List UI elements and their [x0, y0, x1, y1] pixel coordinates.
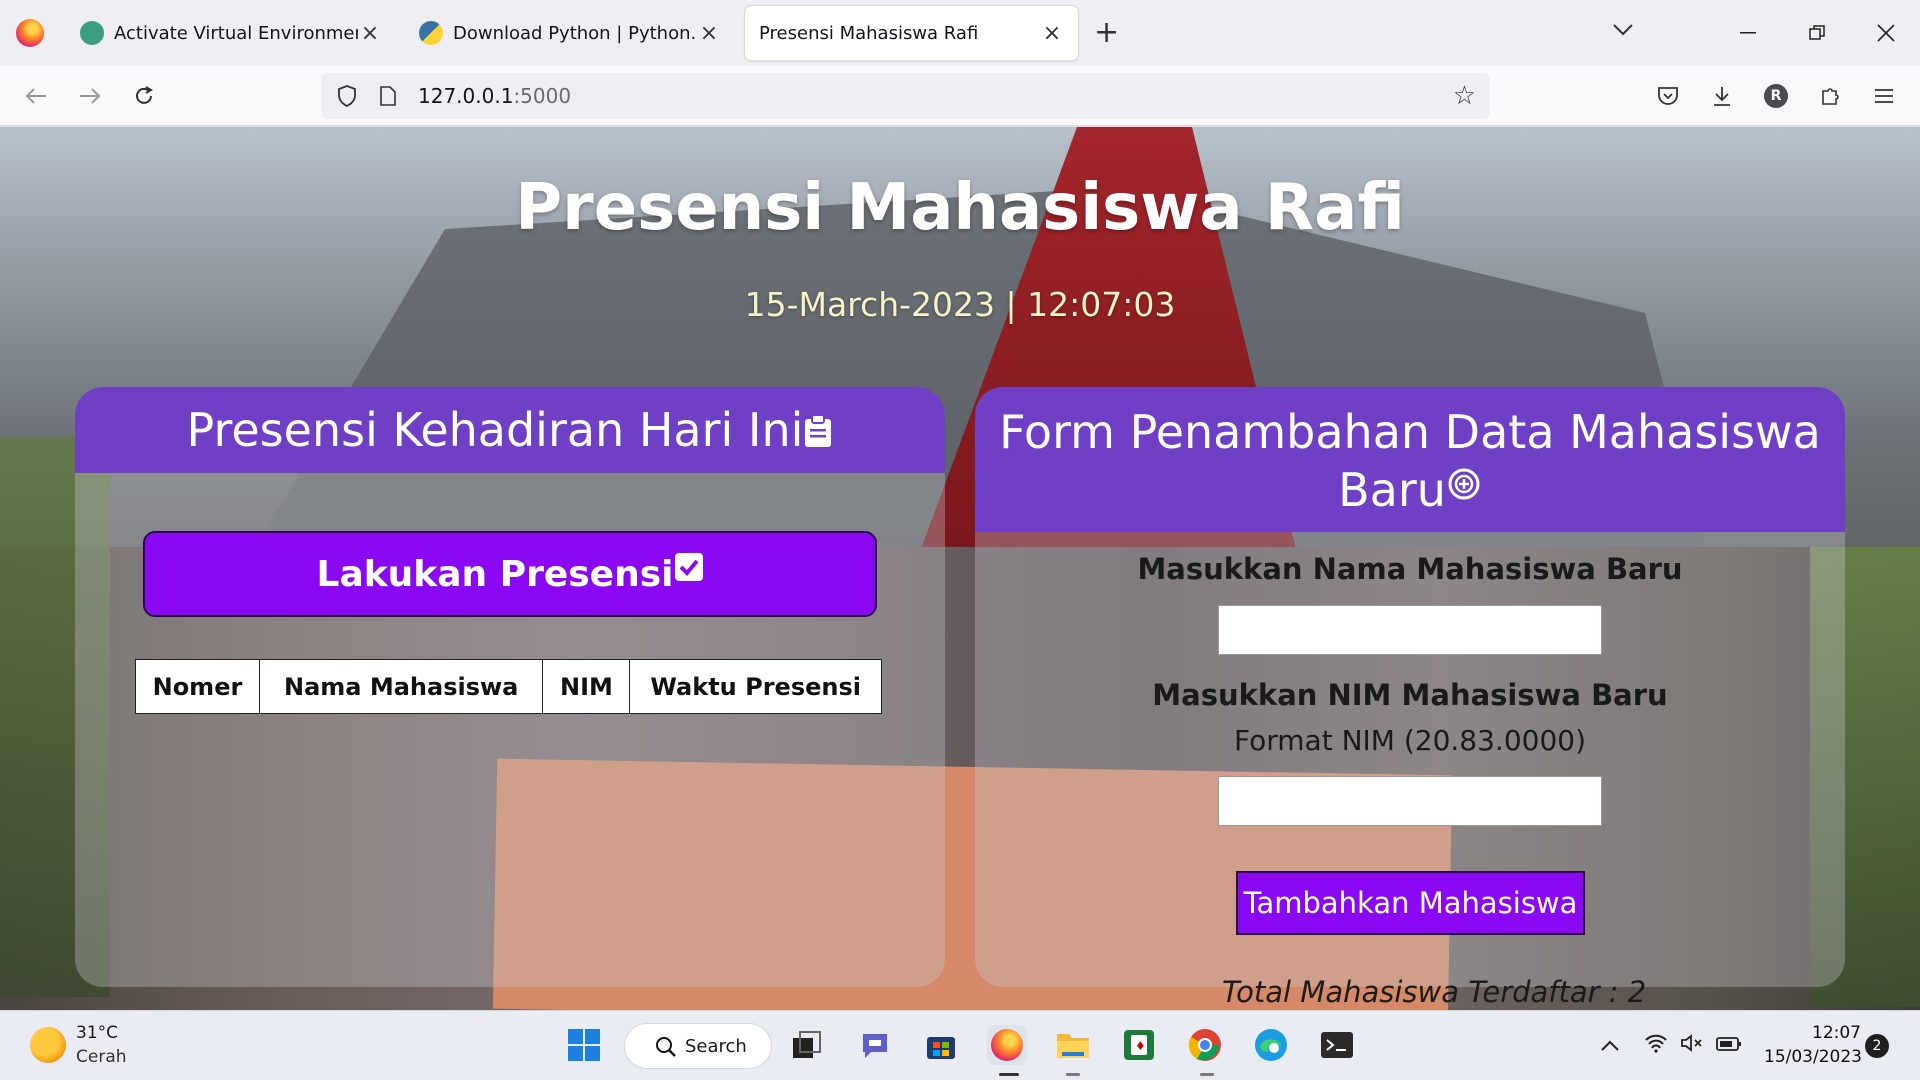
active-app-indicator	[999, 1073, 1019, 1076]
new-tab-icon[interactable]: +	[1094, 18, 1119, 48]
notification-badge[interactable]: 2	[1865, 1034, 1889, 1058]
address-bar[interactable]: 127.0.0.1:5000 ☆	[322, 73, 1490, 119]
table-header-row: Nomer Nama Mahasiswa NIM Waktu Presensi	[135, 659, 882, 714]
search-label: Search	[685, 1035, 747, 1057]
form-heading-line1: Form Penambahan Data Mahasiswa	[999, 405, 1821, 459]
python-icon	[419, 21, 443, 45]
svg-text:♦: ♦	[1135, 1039, 1146, 1053]
edge-icon[interactable]	[1251, 1025, 1291, 1065]
add-student-card: Form Penambahan Data Mahasiswa Baru Masu…	[975, 387, 1845, 987]
pocket-icon[interactable]	[1650, 78, 1686, 114]
attendance-card: Presensi Kehadiran Hari Ini Lakukan Pres…	[75, 387, 945, 987]
menu-icon[interactable]	[1866, 78, 1902, 114]
terminal-icon[interactable]	[1317, 1025, 1357, 1065]
attendance-table: Nomer Nama Mahasiswa NIM Waktu Presensi	[135, 659, 882, 714]
weather-temperature[interactable]: 31°C	[76, 1023, 118, 1043]
close-tab-icon[interactable]: ×	[1040, 21, 1064, 46]
restore-icon[interactable]	[1797, 14, 1837, 52]
do-attendance-label: Lakukan Presensi	[316, 553, 674, 595]
tab-activate-venv[interactable]: Activate Virtual Environment. ×	[66, 6, 396, 60]
close-window-icon[interactable]	[1866, 14, 1906, 52]
clock-date[interactable]: 15/03/2023	[1764, 1047, 1862, 1067]
tab-label: Activate Virtual Environment.	[114, 22, 358, 44]
attendance-heading: Presensi Kehadiran Hari Ini	[186, 403, 804, 457]
weather-description[interactable]: Cerah	[76, 1047, 127, 1067]
url-host: 127.0.0.1	[418, 84, 514, 108]
nim-format-hint: Format NIM (20.83.0000)	[1234, 724, 1586, 757]
taskbar: 31°C Cerah Search ♦ 12:07 15/03/2023 2	[0, 1010, 1920, 1080]
student-name-input[interactable]	[1218, 605, 1602, 655]
url-text[interactable]: 127.0.0.1:5000	[418, 84, 571, 108]
shield-icon[interactable]	[332, 85, 362, 107]
minimize-icon[interactable]	[1728, 14, 1768, 52]
page-icon[interactable]	[376, 86, 400, 106]
close-tab-icon[interactable]: ×	[697, 21, 721, 46]
tab-label: Presensi Mahasiswa Rafi	[759, 22, 979, 44]
reload-icon[interactable]	[124, 76, 164, 116]
openai-icon	[80, 21, 104, 45]
attendance-card-header: Presensi Kehadiran Hari Ini	[75, 387, 945, 473]
forward-arrow-icon[interactable]	[70, 76, 110, 116]
microsoft-store-icon[interactable]	[921, 1025, 961, 1065]
column-header-time: Waktu Presensi	[629, 659, 882, 714]
tab-label: Download Python | Python.org	[453, 22, 697, 44]
check-square-icon	[674, 552, 704, 597]
student-name-label: Masukkan Nama Mahasiswa Baru	[1137, 552, 1683, 586]
taskbar-search[interactable]: Search	[624, 1023, 772, 1069]
solitaire-icon[interactable]: ♦	[1119, 1025, 1159, 1065]
url-port: :5000	[513, 84, 572, 108]
tab-strip: Activate Virtual Environment. × Download…	[0, 0, 1920, 66]
form-heading-line2: Baru	[1338, 463, 1446, 517]
task-view-icon[interactable]	[787, 1025, 827, 1065]
column-header-nim: NIM	[542, 659, 631, 714]
file-explorer-icon[interactable]	[1053, 1025, 1093, 1065]
navigation-bar: 127.0.0.1:5000 ☆ R	[0, 66, 1920, 126]
weather-sun-icon[interactable]	[30, 1027, 66, 1063]
extensions-icon[interactable]	[1812, 78, 1848, 114]
running-app-indicator	[1200, 1073, 1214, 1076]
tab-download-python[interactable]: Download Python | Python.org ×	[405, 6, 735, 60]
current-datetime: 15-March-2023 | 12:07:03	[744, 285, 1176, 324]
plus-circle-icon	[1446, 463, 1482, 517]
back-arrow-icon[interactable]	[16, 76, 56, 116]
wifi-icon[interactable]	[1644, 1033, 1668, 1058]
page-title: Presensi Mahasiswa Rafi	[515, 171, 1405, 245]
firefox-taskbar-icon[interactable]	[987, 1025, 1027, 1065]
do-attendance-button[interactable]: Lakukan Presensi	[143, 531, 877, 617]
column-header-number: Nomer	[135, 659, 260, 714]
close-tab-icon[interactable]: ×	[358, 21, 382, 46]
add-student-card-header: Form Penambahan Data Mahasiswa Baru	[975, 387, 1845, 532]
column-header-name: Nama Mahasiswa	[258, 659, 544, 714]
running-app-indicator	[1066, 1073, 1080, 1076]
chevron-up-icon[interactable]	[1600, 1033, 1620, 1057]
speaker-muted-icon[interactable]	[1680, 1033, 1704, 1058]
clock-time[interactable]: 12:07	[1812, 1023, 1861, 1043]
total-registered-text: Total Mahasiswa Terdaftar : 2	[1222, 975, 1647, 1009]
battery-icon[interactable]	[1716, 1033, 1742, 1057]
student-nim-label: Masukkan NIM Mahasiswa Baru	[1152, 678, 1668, 712]
chrome-icon[interactable]	[1185, 1025, 1225, 1065]
bookmark-star-icon[interactable]: ☆	[1453, 83, 1476, 109]
chevron-down-icon[interactable]	[1612, 18, 1634, 43]
page-content: Presensi Mahasiswa Rafi 15-March-2023 | …	[0, 127, 1920, 1010]
profile-initial: R	[1764, 84, 1788, 108]
windows-start-icon[interactable]	[564, 1025, 604, 1065]
search-icon	[655, 1036, 677, 1063]
download-icon[interactable]	[1704, 78, 1740, 114]
add-student-button[interactable]: Tambahkan Mahasiswa	[1236, 871, 1585, 935]
account-avatar[interactable]: R	[1758, 78, 1794, 114]
firefox-icon[interactable]	[16, 19, 44, 47]
clipboard-icon	[803, 403, 833, 457]
tab-presensi[interactable]: Presensi Mahasiswa Rafi ×	[745, 6, 1078, 60]
teams-chat-icon[interactable]	[855, 1025, 895, 1065]
student-nim-input[interactable]	[1218, 776, 1602, 826]
